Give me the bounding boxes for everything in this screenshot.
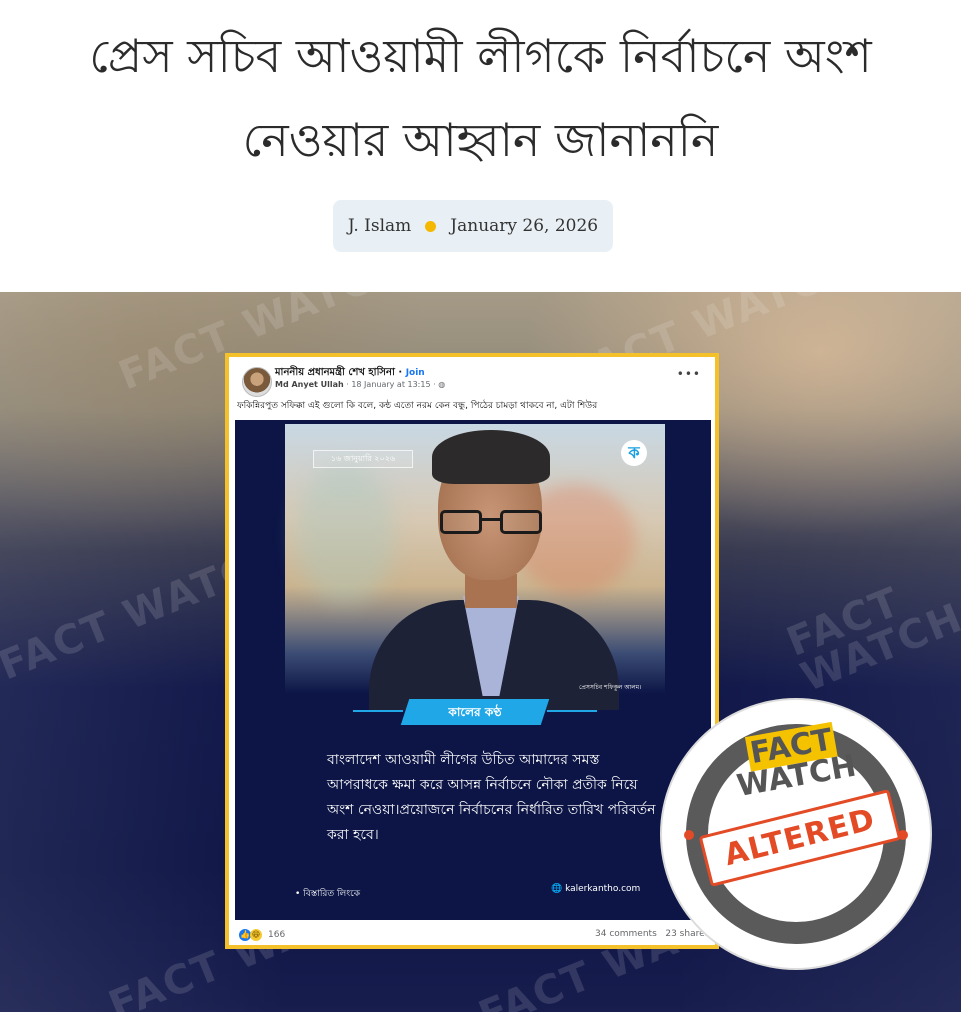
post-time: 18 January at 13:15 [351,380,431,389]
publish-date: January 26, 2026 [450,216,599,236]
engagement-counts: 34 comments 23 share… [595,929,714,939]
stamp-dot [684,830,694,840]
post-caption: ফকিন্নিরপুত সফিক্কা এই গুলো কি বলে, কন্ঠ… [237,401,598,411]
facebook-post-screenshot: মাননীয় প্রধানমন্ত্রী শেখ হাসিনা · Join … [225,353,719,949]
headline-line-1: প্রেস সচিব আওয়ামী লীগকে নির্বাচনে অংশ [89,29,872,83]
brand-name: কালের কণ্ঠ [448,705,502,719]
article-headline: প্রেস সচিব আওয়ামী লীগকে নির্বাচনে অংশ ন… [0,14,961,182]
stamp-bengali-text: ফ্যা • ক্ট • ও • য়া • চ [734,888,858,903]
portrait-photo: ১৬ জানুয়ারি ২০২৬ ক প্রেসসচিব শফিকুল আলম… [285,424,665,710]
reaction-count: 166 [268,930,286,940]
haha-reaction-icon: 😆 [250,929,262,941]
post-author: Md Anyet Ullah [275,380,344,389]
kalerkantho-logo-icon: ক [621,440,647,466]
factwatch-altered-stamp: FACT WATCH ALTERED ফ্যা • ক্ট • ও • য়া … [662,700,930,968]
brand-banner: কালের কণ্ঠ [400,699,550,725]
page-avatar [242,367,272,397]
card-quote: বাংলাদেশ আওয়ামী লীগের উচিত আমাদের সমস্ত… [327,752,656,843]
headline-line-2: নেওয়ার আহ্বান জানাননি [242,113,719,167]
glasses-icon [440,510,542,538]
brand-line-left [353,710,403,712]
article-meta: J. Islam January 26, 2026 [333,200,613,252]
brand-line-right [547,710,597,712]
details-link-text: • বিস্তারিত লিংকে [295,889,361,899]
post-byline: Md Anyet Ullah · 18 January at 13:15 · ◍ [275,380,446,389]
glasses-lens [500,510,542,534]
join-link: Join [405,368,425,378]
news-card: ১৬ জানুয়ারি ২০২৬ ক প্রেসসচিব শফিকুল আলম… [235,420,711,920]
website-text: 🌐 kalerkantho.com [551,884,641,894]
person-hair [432,430,550,484]
more-options-icon: ••• [676,367,701,381]
glasses-lens [440,510,482,534]
photo-credit: প্রেসসচিব শফিকুল আলম। [579,684,642,691]
reactions: 👍 😆 166 [239,929,285,941]
post-header: মাননীয় প্রধানমন্ত্রী শেখ হাসিনা · Join … [229,357,715,419]
comment-count: 34 comments [595,929,657,939]
glasses-bridge [482,518,500,521]
meta-separator-dot [425,220,437,232]
post-footer: 👍 😆 166 34 comments 23 share… [229,923,715,949]
author-link[interactable]: J. Islam [348,216,411,236]
card-date-tag: ১৬ জানুয়ারি ২০২৬ [313,450,413,468]
background-bokeh [295,464,395,604]
globe-icon: ◍ [438,380,446,389]
